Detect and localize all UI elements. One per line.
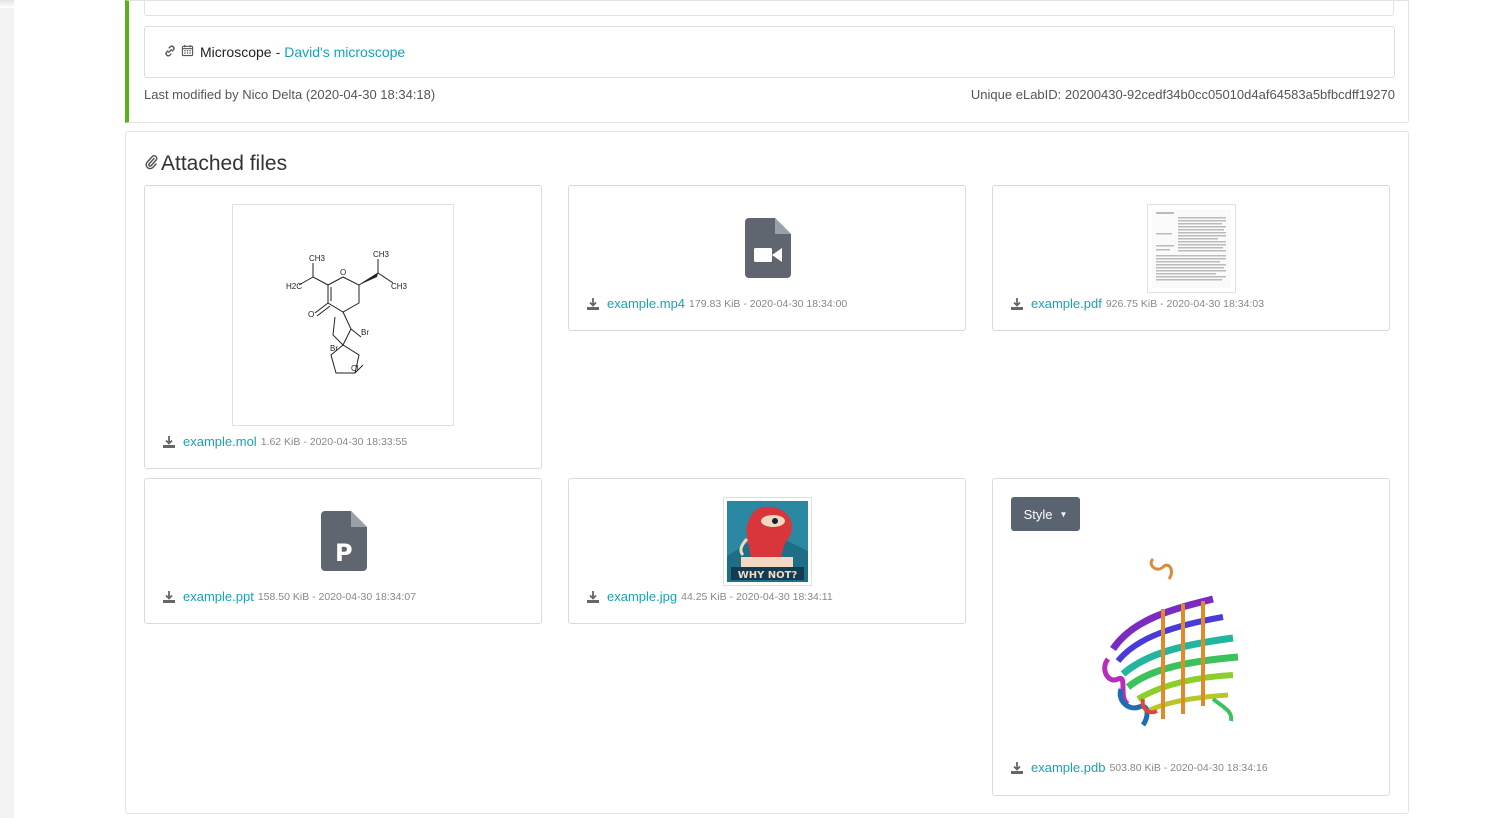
file-info-mol: example.mol 1.62 KiB - 2020-04-30 18:33:… bbox=[162, 434, 407, 449]
experiment-panel: Microscope - David's microscope Last mod… bbox=[125, 0, 1409, 123]
svg-text:CH3: CH3 bbox=[391, 282, 408, 291]
powerpoint-file-icon[interactable]: P bbox=[321, 511, 367, 576]
file-meta-jpg: 44.25 KiB - 2020-04-30 18:34:11 bbox=[681, 590, 833, 603]
protein-3d-viewer[interactable] bbox=[1093, 549, 1273, 739]
attached-files-title: Attached files bbox=[161, 152, 288, 175]
attached-files-heading: Attached files bbox=[144, 152, 287, 176]
file-link-mol[interactable]: example.mol bbox=[183, 434, 257, 449]
molecule-preview[interactable]: CH3 CH3 CH3 H2C O O Br Br Cl bbox=[232, 204, 454, 426]
linked-item-link[interactable]: David's microscope bbox=[284, 44, 405, 60]
svg-text:Br: Br bbox=[361, 328, 369, 337]
file-card-mol: CH3 CH3 CH3 H2C O O Br Br Cl example.mol… bbox=[144, 185, 542, 469]
svg-text:H2C: H2C bbox=[286, 282, 302, 291]
file-meta-ppt: 158.50 KiB - 2020-04-30 18:34:07 bbox=[257, 590, 417, 603]
svg-text:O: O bbox=[308, 310, 314, 319]
caret-down-icon: ▼ bbox=[1059, 509, 1068, 519]
file-card-pdf: example.pdf 926.75 KiB - 2020-04-30 18:3… bbox=[992, 185, 1390, 331]
download-icon[interactable] bbox=[586, 297, 600, 311]
file-link-ppt[interactable]: example.ppt bbox=[183, 589, 254, 604]
image-thumbnail[interactable]: WHY NOT? bbox=[723, 497, 812, 586]
svg-text:Br: Br bbox=[330, 344, 338, 353]
download-icon[interactable] bbox=[1010, 761, 1024, 775]
linked-item-separator: - bbox=[275, 44, 281, 60]
file-info-pdf: example.pdf 926.75 KiB - 2020-04-30 18:3… bbox=[1010, 296, 1264, 311]
download-icon[interactable] bbox=[162, 590, 176, 604]
linked-item-row: Microscope - David's microscope bbox=[144, 26, 1395, 78]
svg-text:CH3: CH3 bbox=[373, 250, 390, 259]
file-card-mp4: example.mp4 179.83 KiB - 2020-04-30 18:3… bbox=[568, 185, 966, 331]
download-icon[interactable] bbox=[586, 590, 600, 604]
file-info-pdb: example.pdb 503.80 KiB - 2020-04-30 18:3… bbox=[1010, 760, 1268, 775]
file-meta-pdf: 926.75 KiB - 2020-04-30 18:34:03 bbox=[1105, 297, 1265, 310]
calendar-icon bbox=[181, 44, 194, 60]
download-icon[interactable] bbox=[162, 435, 176, 449]
linked-item-category: Microscope bbox=[200, 44, 272, 60]
jpg-caption: WHY NOT? bbox=[738, 570, 798, 581]
style-dropdown-button[interactable]: Style ▼ bbox=[1011, 497, 1080, 531]
pdf-thumbnail[interactable] bbox=[1147, 204, 1236, 293]
file-info-ppt: example.ppt 158.50 KiB - 2020-04-30 18:3… bbox=[162, 589, 416, 604]
svg-text:P: P bbox=[335, 539, 353, 567]
file-meta-mp4: 179.83 KiB - 2020-04-30 18:34:00 bbox=[689, 297, 848, 310]
file-card-jpg: WHY NOT? example.jpg 44.25 KiB - 2020-04… bbox=[568, 478, 966, 624]
video-file-icon[interactable] bbox=[745, 218, 791, 283]
file-meta-pdb: 503.80 KiB - 2020-04-30 18:34:16 bbox=[1109, 761, 1268, 774]
file-meta-mol: 1.62 KiB - 2020-04-30 18:33:55 bbox=[260, 435, 408, 448]
file-info-mp4: example.mp4 179.83 KiB - 2020-04-30 18:3… bbox=[586, 296, 847, 311]
previous-section-edge bbox=[144, 0, 1394, 16]
download-icon[interactable] bbox=[1010, 297, 1024, 311]
paperclip-icon bbox=[144, 154, 158, 175]
style-button-label: Style bbox=[1023, 506, 1053, 522]
file-link-pdf[interactable]: example.pdf bbox=[1031, 296, 1102, 311]
svg-text:O: O bbox=[340, 268, 346, 277]
file-card-ppt: P example.ppt 158.50 KiB - 2020-04-30 18… bbox=[144, 478, 542, 624]
file-link-jpg[interactable]: example.jpg bbox=[607, 589, 677, 604]
svg-text:CH3: CH3 bbox=[309, 254, 326, 263]
file-link-mp4[interactable]: example.mp4 bbox=[607, 296, 685, 311]
unique-id-text: Unique eLabID: 20200430-92cedf34b0cc0501… bbox=[970, 87, 1395, 102]
file-link-pdb[interactable]: example.pdb bbox=[1031, 760, 1105, 775]
last-modified-text: Last modified by Nico Delta (2020-04-30 … bbox=[144, 87, 436, 102]
attached-files-panel: Attached files CH3 CH3 CH3 H2C O O Br Br… bbox=[125, 131, 1409, 814]
svg-text:Cl: Cl bbox=[351, 364, 359, 373]
link-icon[interactable] bbox=[163, 44, 177, 61]
experiment-meta: Last modified by Nico Delta (2020-04-30 … bbox=[144, 87, 1395, 102]
file-info-jpg: example.jpg 44.25 KiB - 2020-04-30 18:34… bbox=[586, 589, 833, 604]
file-card-pdb: Style ▼ example.pdb 503.80 KiB - 2020-04… bbox=[992, 478, 1390, 796]
